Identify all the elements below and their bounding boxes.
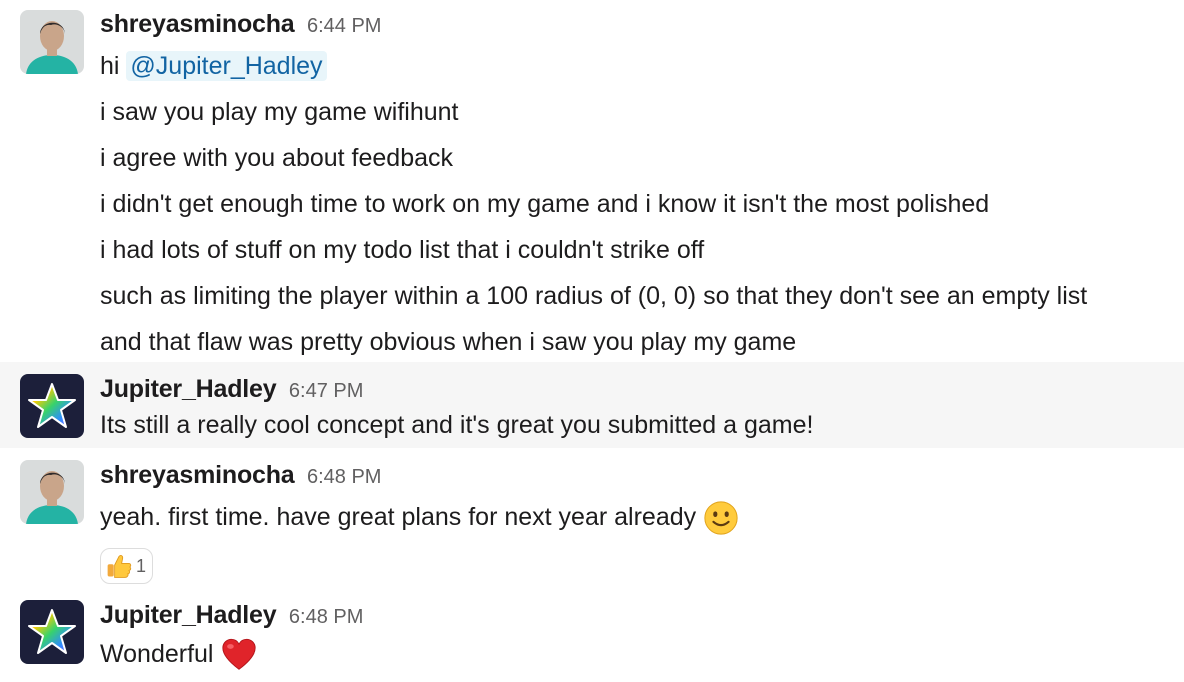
user-avatar[interactable] (20, 460, 84, 524)
message[interactable]: Jupiter_Hadley 6:48 PM Wonderful (0, 584, 1184, 682)
message-line: i didn't get enough time to work on my g… (100, 190, 990, 218)
user-avatar[interactable] (20, 600, 84, 664)
message-line: i agree with you about feedback (100, 144, 454, 172)
message-line: such as limiting the player within a 100… (100, 282, 1088, 310)
person-avatar-icon (20, 460, 84, 524)
rainbow-star-avatar-icon (20, 600, 84, 664)
reaction-pill[interactable]: 1 (100, 548, 154, 584)
message-timestamp[interactable]: 6:44 PM (307, 15, 381, 37)
thumbs-up-icon (107, 555, 132, 578)
message-line: yeah. first time. have great plans for n… (100, 494, 1184, 540)
user-avatar[interactable] (20, 10, 84, 74)
message-author[interactable]: Jupiter_Hadley (100, 375, 277, 403)
message-timestamp[interactable]: 6:48 PM (289, 606, 363, 628)
message-line: i saw you play my game wifihunt (100, 98, 459, 126)
message-line: Wonderful (100, 634, 1184, 674)
message[interactable]: shreyasminocha 6:44 PM hi @Jupiter_Hadle… (0, 0, 1184, 362)
message[interactable]: Jupiter_Hadley 6:47 PM Its still a reall… (0, 362, 1184, 448)
message-author[interactable]: Jupiter_Hadley (100, 601, 277, 629)
slightly-smiling-face-icon (704, 501, 738, 536)
message-line: hi @Jupiter_Hadley (100, 43, 1184, 89)
message-line: Its still a really cool concept and it's… (100, 411, 814, 439)
user-mention[interactable]: @Jupiter_Hadley (126, 51, 327, 81)
person-avatar-icon (20, 10, 84, 74)
reaction-count: 1 (136, 555, 147, 576)
message-timestamp[interactable]: 6:48 PM (307, 466, 381, 488)
message-line: and that flaw was pretty obvious when i … (100, 328, 797, 356)
message-text: yeah. first time. have great plans for n… (100, 503, 697, 531)
rainbow-star-avatar-icon (20, 374, 84, 438)
message-text: Wonderful (100, 640, 214, 668)
message-author[interactable]: shreyasminocha (100, 461, 295, 489)
message-author[interactable]: shreyasminocha (100, 10, 295, 38)
message-timestamp[interactable]: 6:47 PM (289, 380, 363, 402)
message[interactable]: shreyasminocha 6:48 PM yeah. first time.… (0, 448, 1184, 584)
user-avatar[interactable] (20, 374, 84, 438)
red-heart-icon (221, 639, 256, 671)
message-text: hi (100, 52, 127, 80)
message-line: i had lots of stuff on my todo list that… (100, 236, 705, 264)
